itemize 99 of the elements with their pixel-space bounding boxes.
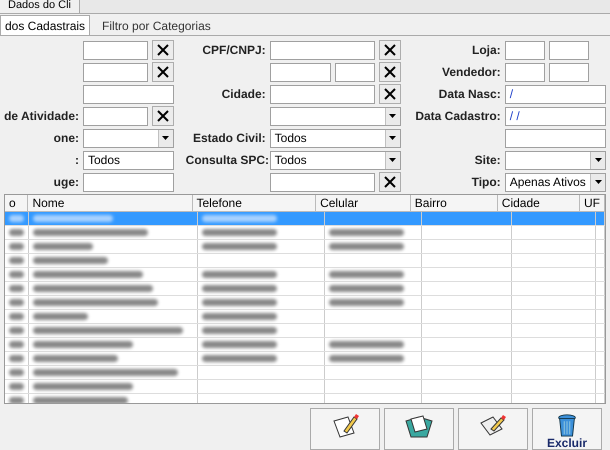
table-row[interactable] (5, 296, 605, 310)
column-header[interactable]: Bairro (410, 195, 498, 211)
text-field[interactable] (270, 172, 375, 192)
blurred-text (9, 243, 24, 250)
table-row[interactable] (5, 310, 605, 324)
folder-icon (403, 413, 435, 439)
close-icon (384, 44, 396, 56)
field-label: de Atividade: (4, 109, 79, 123)
field-label: Loja: (472, 43, 501, 57)
toolbar-button[interactable] (310, 408, 380, 450)
column-header[interactable]: Celular (316, 195, 411, 211)
blurred-text (9, 215, 24, 222)
column-header[interactable]: Cidade (498, 195, 580, 211)
close-icon (384, 66, 396, 78)
text-field[interactable]: / / (504, 106, 606, 126)
blurred-text (9, 285, 24, 292)
column-header[interactable]: Telefone (192, 195, 316, 211)
blurred-text (9, 327, 24, 334)
blurred-text (9, 397, 24, 403)
blurred-text (9, 355, 24, 362)
text-field[interactable] (83, 172, 174, 192)
dropdown-arrow-icon (594, 180, 602, 184)
text-field[interactable] (504, 128, 606, 148)
blurred-text (9, 369, 24, 376)
text-field[interactable] (270, 62, 331, 82)
dropdown-arrow-icon (389, 114, 396, 118)
blurred-text (9, 383, 24, 390)
text-field[interactable] (270, 84, 375, 104)
dropdown[interactable] (504, 150, 606, 170)
close-icon (156, 110, 169, 122)
text-field[interactable] (83, 62, 148, 82)
field-label: Data Cadastro: (415, 109, 501, 123)
dropdown-arrow-icon (594, 158, 602, 162)
clear-button[interactable] (378, 62, 401, 82)
blurred-text (33, 243, 93, 250)
blurred-text (9, 341, 24, 348)
blurred-text (9, 271, 24, 278)
field-label: Vendedor: (442, 65, 501, 79)
text-field[interactable] (548, 62, 589, 82)
field-label: Estado Civil: (192, 131, 266, 145)
table-row[interactable] (5, 282, 605, 296)
toolbar-button[interactable] (458, 408, 528, 450)
close-icon (384, 176, 396, 188)
clear-button[interactable] (152, 62, 174, 82)
table-row[interactable] (5, 240, 605, 254)
text-field[interactable] (83, 84, 174, 104)
toolbar-button[interactable]: Excluir (532, 408, 602, 450)
blurred-text (33, 313, 88, 320)
dropdown-arrow-icon (162, 136, 170, 140)
dropdown[interactable]: Todos (270, 128, 401, 148)
toolbar-button[interactable] (384, 408, 454, 450)
table-row[interactable] (5, 324, 605, 338)
text-field[interactable] (504, 62, 545, 82)
field-label: uge: (54, 175, 79, 189)
table-row[interactable] (5, 352, 605, 366)
column-header[interactable]: UF (580, 195, 605, 211)
field-label: Data Nasc: (438, 87, 501, 101)
blurred-text (9, 229, 24, 236)
field-label: Cidade: (222, 87, 266, 101)
text-field[interactable] (83, 40, 148, 60)
table-row[interactable] (5, 212, 605, 226)
text-field[interactable] (548, 40, 589, 60)
clear-button[interactable] (378, 172, 401, 192)
text-field[interactable] (270, 40, 375, 60)
clear-button[interactable] (378, 40, 401, 60)
tab[interactable]: dos Cadastrais (0, 15, 90, 35)
column-header[interactable]: o (5, 195, 28, 211)
field-label: : (75, 153, 79, 167)
clear-button[interactable] (152, 40, 174, 60)
dropdown[interactable]: Apenas Ativos (504, 172, 606, 192)
table-row[interactable] (5, 268, 605, 282)
table-row[interactable] (5, 338, 605, 352)
blurred-text (9, 299, 24, 306)
text-field[interactable] (334, 62, 375, 82)
dropdown-arrow-icon (389, 158, 396, 162)
blurred-text (9, 313, 24, 320)
text-field[interactable] (83, 106, 148, 126)
clear-button[interactable] (378, 84, 401, 104)
text-field[interactable]: Todos (83, 150, 174, 170)
field-label: Consulta SPC: (186, 153, 269, 167)
table-row[interactable] (5, 366, 605, 380)
text-field[interactable]: / (504, 84, 606, 104)
table-row[interactable] (5, 226, 605, 240)
tab[interactable]: Filtro por Categorias (90, 17, 223, 35)
field-label: Site: (474, 153, 501, 167)
close-icon (384, 88, 396, 100)
field-label: CPF/CNPJ: (202, 43, 266, 57)
close-icon (156, 66, 169, 78)
field-label: one: (54, 131, 79, 145)
field-label: Tipo: (472, 175, 501, 189)
table-row[interactable] (5, 380, 605, 394)
close-icon (156, 44, 169, 56)
dropdown-arrow-icon (389, 136, 396, 140)
text-field[interactable] (504, 40, 545, 60)
clear-button[interactable] (152, 106, 174, 126)
table-row[interactable] (5, 254, 605, 268)
column-header[interactable]: Nome (28, 195, 192, 211)
dropdown[interactable]: Todos (270, 150, 401, 170)
blurred-text (9, 257, 24, 264)
